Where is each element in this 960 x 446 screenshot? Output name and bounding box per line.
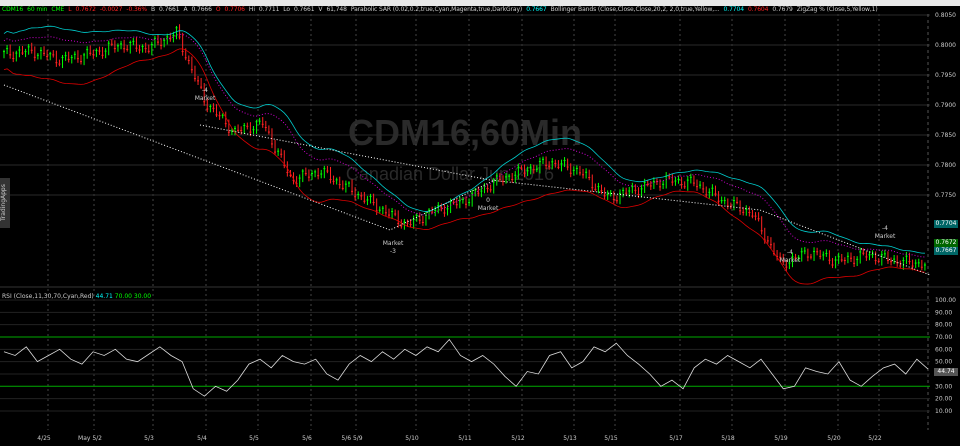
zigzag-line <box>3 84 496 231</box>
x-tick-label: 5/18 <box>721 435 735 442</box>
x-tick-label: 5/5 <box>249 435 259 442</box>
x-tick-label: 5/17 <box>669 435 683 442</box>
x-tick-label: 4/25 <box>37 435 51 442</box>
watermark-title: CDM16,60Min <box>348 112 582 153</box>
rsi-overbought: 70.00 <box>114 293 132 300</box>
sar-tag: 0.7667 <box>934 247 958 255</box>
rsi-tick-label: 80.00 <box>935 322 952 329</box>
trade-marker-qty: -4 <box>882 225 888 232</box>
rsi-tick-label: 50.00 <box>935 359 952 366</box>
trade-marker-label: Market <box>383 240 404 247</box>
trade-marker-label: Market <box>780 257 801 264</box>
x-tick-label: 5/11 <box>458 435 472 442</box>
trade-marker-qty: -3 <box>390 248 396 255</box>
rsi-tick-label: 10.00 <box>935 408 952 415</box>
x-tick-label: 5/3 <box>144 435 154 442</box>
x-tick-label: 5/15 <box>604 435 618 442</box>
y-tick-label: 0.7750 <box>935 192 956 199</box>
x-tick-label: 5/4 <box>197 435 207 442</box>
rsi-tick-label: 30.00 <box>935 383 952 390</box>
y-tick-label: 0.8000 <box>935 42 956 49</box>
bb-upper-tag: 0.7704 <box>934 220 958 228</box>
y-tick-label: 0.7850 <box>935 132 956 139</box>
x-tick-label: 5/12 <box>511 435 525 442</box>
x-tick-label: 5/6 5/9 <box>341 435 362 442</box>
rsi-tick-label: 70.00 <box>935 334 952 341</box>
rsi-tick-label: 20.00 <box>935 396 952 403</box>
trade-marker-label: Market <box>478 205 499 212</box>
y-tick-label: 0.7950 <box>935 72 956 79</box>
rsi-tick-label: 100.00 <box>935 297 956 304</box>
rsi-tag: 44.74 <box>934 368 958 376</box>
x-tick-label: 5/22 <box>868 435 882 442</box>
price-chart[interactable]: CDM16,60Min Canadian Dollar Jun 2016 Mar… <box>0 0 960 446</box>
y-tick-label: 0.7800 <box>935 162 956 169</box>
x-tick-label: 5/19 <box>774 435 788 442</box>
x-tick-label: May 5/2 <box>78 435 102 442</box>
rsi-tick-label: 90.00 <box>935 309 952 316</box>
side-tab-tradingapps[interactable]: TradingApps <box>0 178 10 228</box>
rsi-header: RSI (Close,11,30,70,Cyan,Red) 44.71 70.0… <box>2 293 151 300</box>
rsi-label: RSI (Close,11,30,70,Cyan,Red) <box>2 293 94 300</box>
x-tick-label: 5/6 <box>302 435 312 442</box>
rsi-oversold: 30.00 <box>133 293 152 300</box>
x-tick-label: 5/10 <box>405 435 419 442</box>
trade-marker-qty: 0 <box>486 197 490 204</box>
rsi-line <box>3 338 929 397</box>
y-tick-label: 0.7900 <box>935 102 956 109</box>
x-tick-label: 5/13 <box>563 435 577 442</box>
trade-marker-qty: -4 <box>787 249 793 256</box>
trade-marker-label: Market <box>195 95 216 102</box>
x-tick-label: 5/20 <box>827 435 841 442</box>
last-price-tag: 0.7672 <box>934 239 958 247</box>
trade-marker-label: Market <box>875 233 896 240</box>
rsi-value: 44.71 <box>95 293 113 300</box>
y-tick-label: 0.8050 <box>935 12 956 19</box>
rsi-tick-label: 60.00 <box>935 346 952 353</box>
trade-marker-qty: -4 <box>202 87 208 94</box>
